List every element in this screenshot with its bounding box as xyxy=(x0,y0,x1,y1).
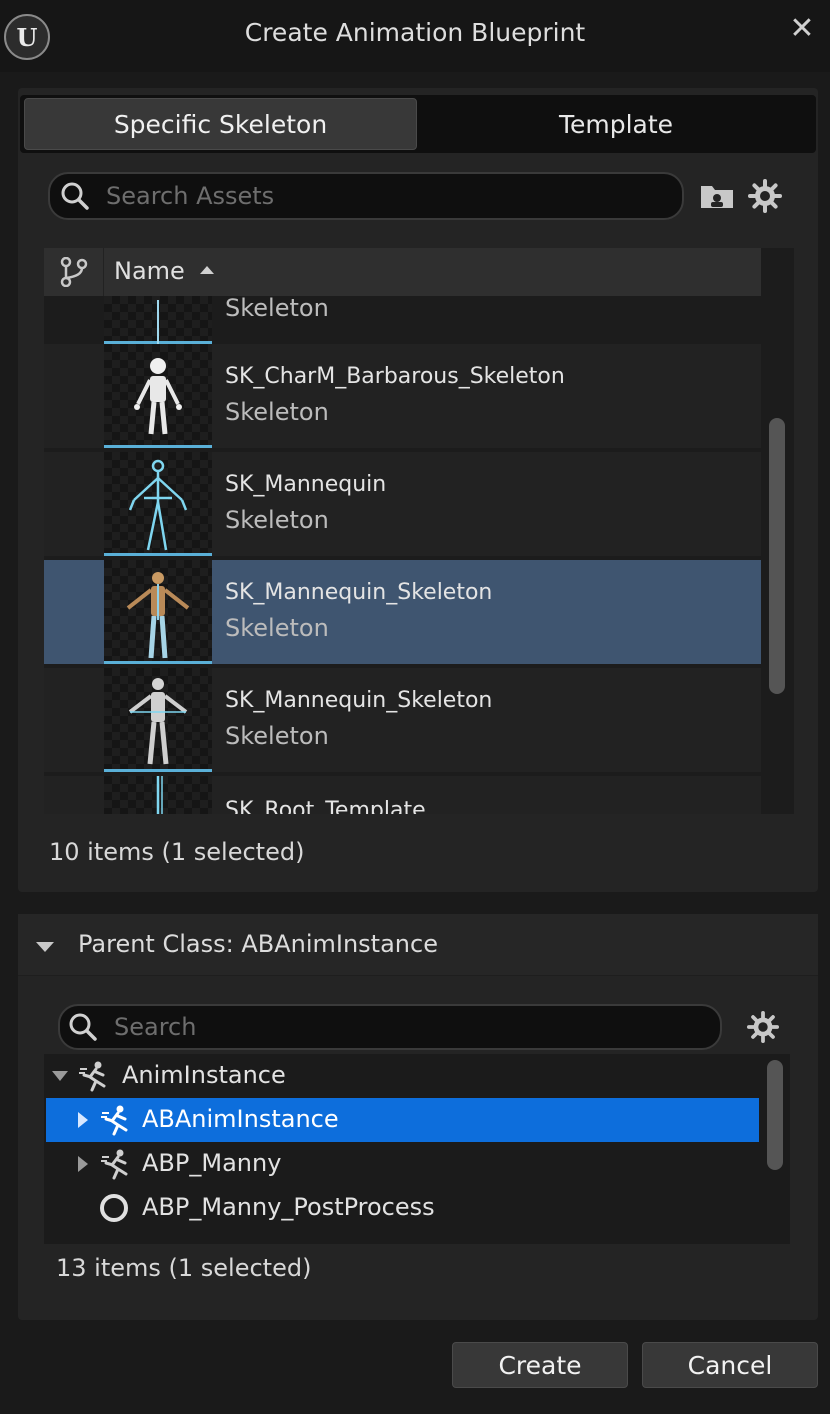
asset-type: Skeleton xyxy=(225,398,329,426)
search-icon xyxy=(61,182,89,210)
collapse-arrow-icon[interactable] xyxy=(36,942,54,952)
anim-runner-icon xyxy=(101,1149,128,1180)
circle-ring-icon xyxy=(100,1194,128,1222)
class-tree[interactable]: AnimInstance ABAnimInstance ABP_Manny AB… xyxy=(44,1054,790,1244)
class-count: 13 items (1 selected) xyxy=(56,1254,312,1282)
tree-item-abp-manny[interactable]: ABP_Manny xyxy=(44,1142,760,1186)
asset-name: SK_Mannequin_Skeleton xyxy=(225,688,493,713)
list-item[interactable]: Skeleton xyxy=(44,296,761,344)
asset-search-box[interactable] xyxy=(48,172,684,220)
tree-item-abaniminstance[interactable]: ABAnimInstance xyxy=(46,1098,759,1142)
class-search-input[interactable] xyxy=(114,1006,714,1048)
dialog-title: Create Animation Blueprint xyxy=(244,18,586,47)
class-tree-scroll-thumb[interactable] xyxy=(767,1060,783,1170)
class-search-box[interactable] xyxy=(58,1004,722,1050)
parent-class-label: Parent Class: ABAnimInstance xyxy=(78,930,438,958)
tree-item-label: ABP_Manny xyxy=(142,1149,282,1177)
mannequin-thumbnail xyxy=(104,452,212,556)
tab-bar: Specific Skeleton Template xyxy=(20,95,816,153)
column-header: Name xyxy=(44,248,761,296)
asset-list-scroll-thumb[interactable] xyxy=(769,418,785,694)
mannequin-thumbnail xyxy=(104,668,212,772)
asset-name: SK_Mannequin_Skeleton xyxy=(225,580,493,605)
skeleton-thumbnail xyxy=(104,344,212,448)
asset-thumbnail xyxy=(104,296,212,344)
asset-list[interactable]: Name Skeleton SK_CharM_Barbarous_Skeleto… xyxy=(44,248,794,814)
tree-item-abp-manny-postprocess[interactable]: ABP_Manny_PostProcess xyxy=(44,1186,760,1230)
asset-name: SK_Mannequin xyxy=(225,472,387,497)
list-item-selected[interactable]: SK_Mannequin_Skeleton Skeleton xyxy=(44,560,761,664)
branch-icon[interactable] xyxy=(44,248,104,296)
mannequin-thumbnail xyxy=(104,560,212,664)
settings-gear-icon[interactable] xyxy=(746,177,784,215)
tree-item-label: ABP_Manny_PostProcess xyxy=(142,1193,435,1221)
tree-item-label: ABAnimInstance xyxy=(142,1105,339,1133)
anim-runner-icon xyxy=(79,1061,106,1092)
asset-search-input[interactable] xyxy=(106,174,676,218)
folder-filter-icon[interactable] xyxy=(698,177,736,215)
close-icon[interactable]: ✕ xyxy=(786,11,818,46)
sort-ascending-icon[interactable] xyxy=(200,266,214,274)
asset-type: Skeleton xyxy=(225,722,329,750)
expand-arrow-icon[interactable] xyxy=(78,1112,88,1128)
asset-name: SK_CharM_Barbarous_Skeleton xyxy=(225,364,565,389)
tab-specific-skeleton[interactable]: Specific Skeleton xyxy=(24,98,417,150)
list-item[interactable]: SK_CharM_Barbarous_Skeleton Skeleton xyxy=(44,344,761,448)
name-column-label[interactable]: Name xyxy=(114,257,185,285)
cancel-button[interactable]: Cancel xyxy=(642,1342,818,1388)
expand-arrow-icon[interactable] xyxy=(52,1071,68,1081)
list-item[interactable]: SK_Root_Template xyxy=(44,776,761,814)
expand-arrow-icon[interactable] xyxy=(78,1156,88,1172)
list-item[interactable]: SK_Mannequin Skeleton xyxy=(44,452,761,556)
asset-count: 10 items (1 selected) xyxy=(49,838,305,866)
asset-type: Skeleton xyxy=(225,506,329,534)
root-thumbnail xyxy=(104,776,212,814)
asset-type: Skeleton xyxy=(225,296,329,322)
tree-item-label: AnimInstance xyxy=(122,1061,286,1089)
search-icon xyxy=(69,1013,97,1041)
anim-runner-icon xyxy=(101,1105,128,1136)
list-item[interactable]: SK_Mannequin_Skeleton Skeleton xyxy=(44,668,761,772)
settings-gear-icon[interactable] xyxy=(744,1008,782,1046)
tree-item-animinstance[interactable]: AnimInstance xyxy=(44,1054,760,1098)
asset-name: SK_Root_Template xyxy=(225,798,426,814)
asset-type: Skeleton xyxy=(225,614,329,642)
tab-template[interactable]: Template xyxy=(420,98,812,150)
create-button[interactable]: Create xyxy=(452,1342,628,1388)
